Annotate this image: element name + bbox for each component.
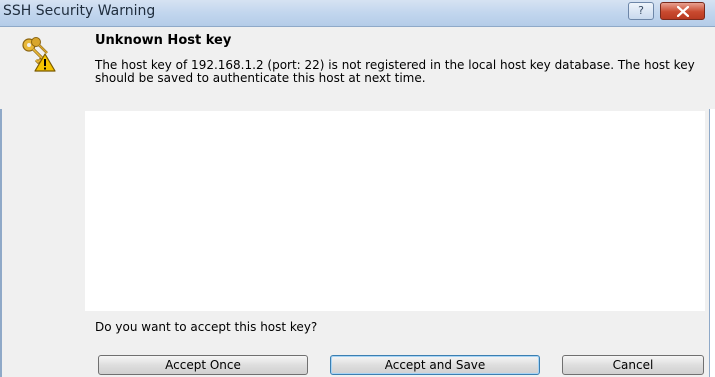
close-button[interactable] [660,2,705,20]
warning-heading: Unknown Host key [95,33,232,48]
keys-warning-icon [22,37,56,72]
accept-once-button[interactable]: Accept Once [98,355,308,375]
help-icon: ? [638,4,644,17]
cancel-button[interactable]: Cancel [562,355,704,375]
warning-message: The host key of 192.168.1.2 (port: 22) i… [95,58,695,85]
accept-and-save-button[interactable]: Accept and Save [330,355,540,375]
accept-question: Do you want to accept this host key? [95,320,318,334]
help-button[interactable]: ? [628,2,654,20]
ssh-warning-dialog: SSH Security Warning ? Unknown Host key … [0,0,715,377]
window-title: SSH Security Warning [3,3,156,19]
close-icon [677,6,689,17]
host-key-details-box [85,111,705,311]
warning-header: Unknown Host key The host key of 192.168… [0,27,715,109]
title-bar[interactable]: SSH Security Warning ? [0,0,715,27]
